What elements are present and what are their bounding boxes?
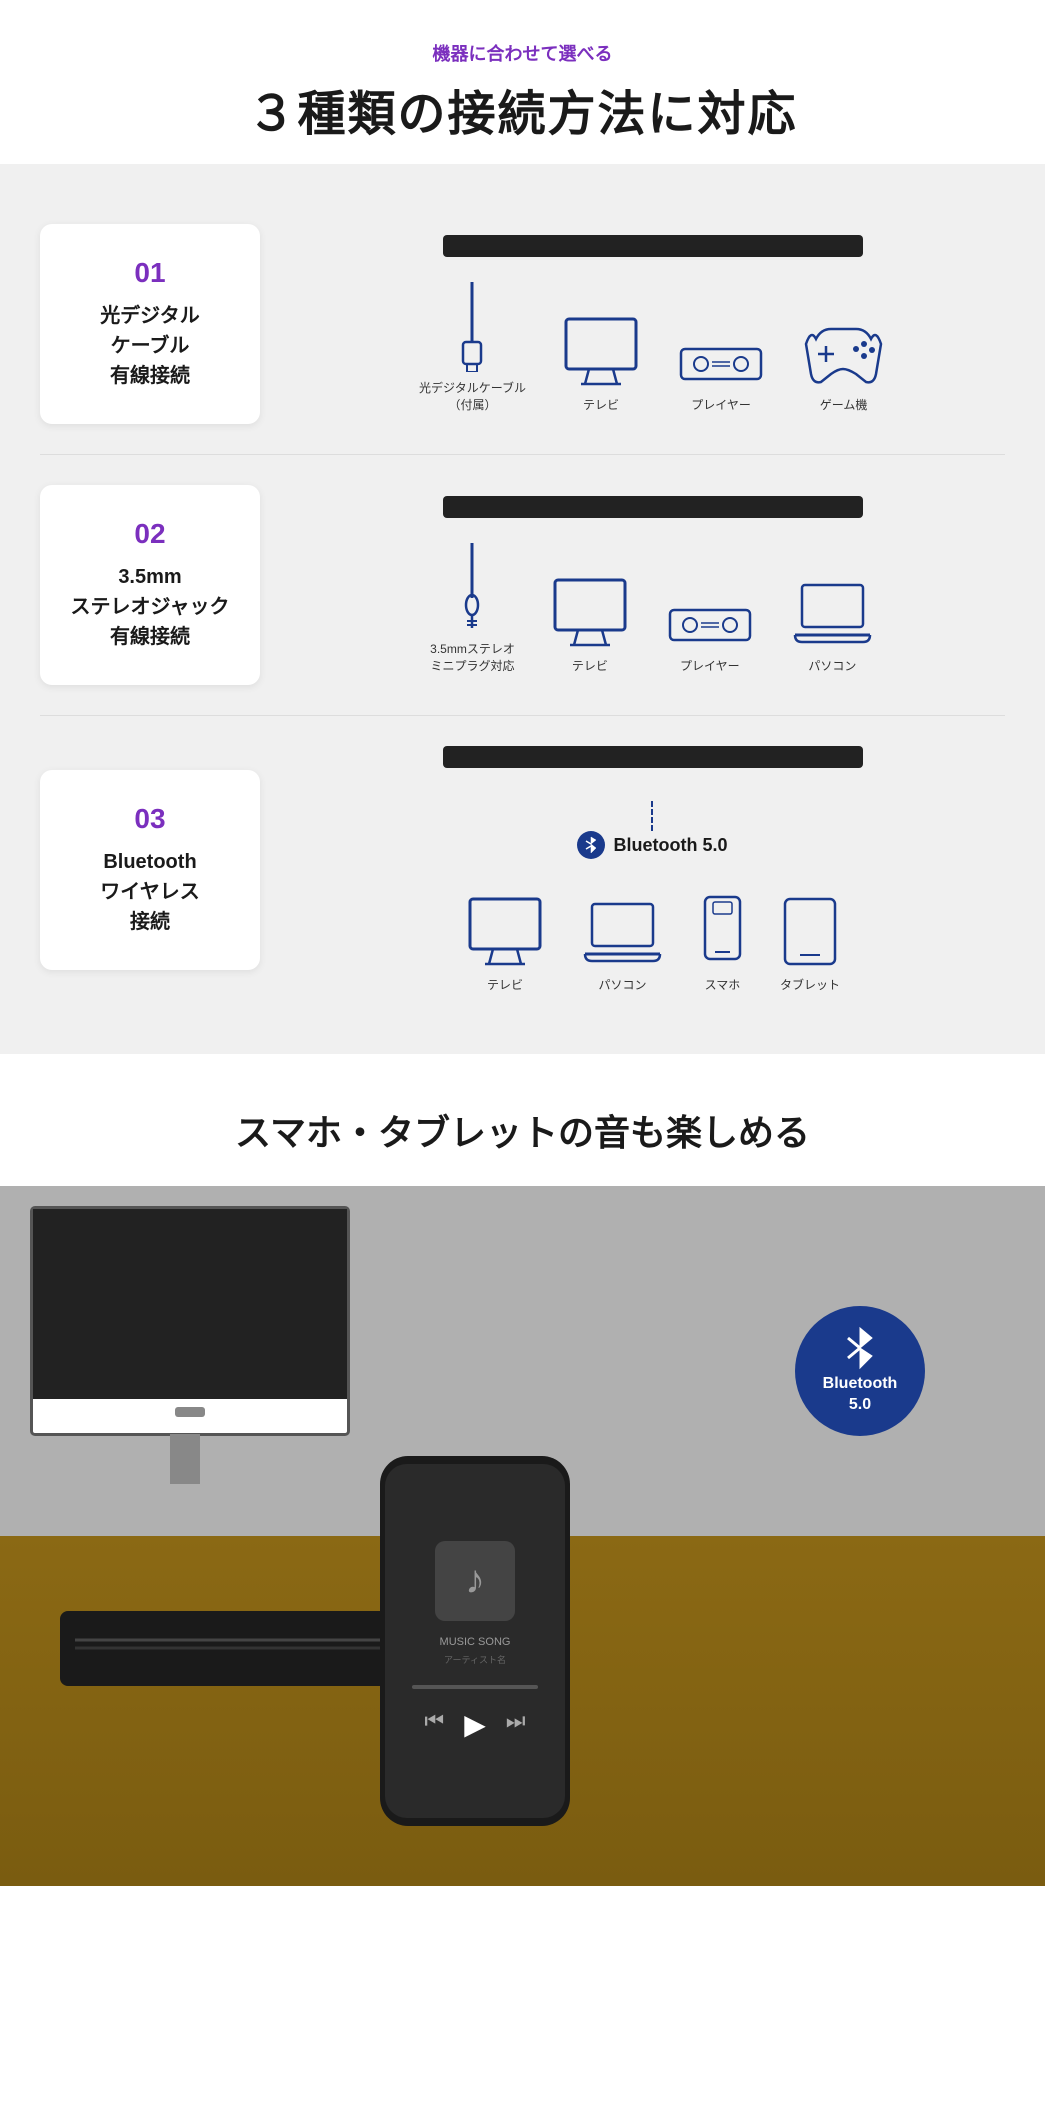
bt-label-container: Bluetooth 5.0 [577, 801, 727, 879]
bluetooth-badge: Bluetooth 5.0 [795, 1306, 925, 1436]
promo-title: スマホ・タブレットの音も楽しめる [40, 1104, 1005, 1156]
card-number-03: 03 [134, 803, 165, 835]
player-svg-01 [676, 334, 766, 389]
phone-screen: ♪ MUSIC SONG アーティスト名 ⏮ ▶ ⏭ [385, 1464, 565, 1818]
laptop-svg-02 [790, 580, 875, 650]
bluetooth-label: Bluetooth 5.0 [577, 831, 727, 859]
label-gamepad: ゲーム機 [820, 397, 868, 414]
label-tablet: タブレット [780, 977, 840, 994]
tv-svg-01 [561, 314, 641, 389]
connection-row-03: 03 Bluetoothワイヤレス接続 Bluetooth 5.0 [40, 716, 1005, 1024]
bt-badge-text: Bluetooth 5.0 [823, 1374, 898, 1416]
photo-section: ♪ MUSIC SONG アーティスト名 ⏮ ▶ ⏭ Bluetoo [0, 1186, 1045, 1886]
card-title-03: Bluetoothワイヤレス接続 [100, 847, 199, 937]
icon-optical-cable: 光デジタルケーブル（付属） [419, 282, 526, 414]
label-optical-cable: 光デジタルケーブル（付属） [419, 380, 526, 414]
bt-label-text: Bluetooth 5.0 [613, 835, 727, 856]
connection-row-01: 01 光デジタルケーブル有線接続 光デジタルケーブル（付属） [40, 194, 1005, 455]
bt-badge-icon [840, 1326, 880, 1370]
icon-laptop-02: パソコン [790, 580, 875, 675]
header-title: ３種類の接続方法に対応 [20, 74, 1025, 144]
icons-row-03: テレビ パソコン [465, 894, 840, 994]
card-02: 02 3.5mmステレオジャック有線接続 [40, 485, 260, 685]
icon-tv-03: テレビ [465, 894, 545, 994]
promo-section: スマホ・タブレットの音も楽しめる [0, 1054, 1045, 1156]
card-title-01: 光デジタルケーブル有線接続 [100, 301, 200, 391]
connection-row-02: 02 3.5mmステレオジャック有線接続 3.5mmステレオミニプラグ対応 [40, 455, 1005, 716]
phone-in-hand: ♪ MUSIC SONG アーティスト名 ⏮ ▶ ⏭ [380, 1456, 580, 1836]
label-player-01: プレイヤー [691, 397, 751, 414]
player-svg-02 [665, 595, 755, 650]
laptop-svg-03 [580, 899, 665, 969]
artist-info: アーティスト名 [444, 1653, 506, 1666]
tv-svg-02 [550, 575, 630, 650]
card-number-02: 02 [134, 518, 165, 550]
song-info: MUSIC SONG [440, 1636, 511, 1648]
music-controls: ⏮ ▶ ⏭ [424, 1708, 525, 1741]
header-section: 機器に合わせて選べる ３種類の接続方法に対応 [0, 0, 1045, 164]
soundbar-01 [443, 235, 863, 257]
icon-tablet: タブレット [780, 894, 840, 994]
label-smartphone: スマホ [705, 977, 741, 994]
icons-row-01: 光デジタルケーブル（付属） テレビ [419, 282, 886, 414]
label-laptop-02: パソコン [808, 658, 856, 675]
icon-laptop-03: パソコン [580, 899, 665, 994]
label-laptop-03: パソコン [598, 977, 646, 994]
label-player-02: プレイヤー [680, 658, 740, 675]
bt-badge-svg [840, 1326, 880, 1370]
diagram-02: 3.5mmステレオミニプラグ対応 テレビ [300, 496, 1005, 675]
card-number-01: 01 [134, 257, 165, 289]
icon-tv-01: テレビ [561, 314, 641, 414]
gamepad-svg [801, 324, 886, 389]
bluetooth-icon [577, 831, 605, 859]
soundbar-03 [443, 746, 863, 768]
phone-body: ♪ MUSIC SONG アーティスト名 ⏮ ▶ ⏭ [380, 1456, 570, 1826]
icon-gamepad: ゲーム機 [801, 324, 886, 414]
music-progress [412, 1685, 538, 1689]
monitor-stand [170, 1434, 200, 1484]
dotted-line [651, 801, 653, 831]
icon-smartphone: スマホ [700, 894, 745, 994]
diagram-03: Bluetooth 5.0 テレビ [300, 746, 1005, 994]
icon-player-02: プレイヤー [665, 595, 755, 675]
diagram-01: 光デジタルケーブル（付属） テレビ [300, 235, 1005, 414]
icons-row-02: 3.5mmステレオミニプラグ対応 テレビ [430, 543, 875, 675]
main-content: 01 光デジタルケーブル有線接続 光デジタルケーブル（付属） [0, 164, 1045, 1054]
icon-tv-02: テレビ [550, 575, 630, 675]
card-01: 01 光デジタルケーブル有線接続 [40, 224, 260, 424]
optical-cable-svg [445, 282, 500, 372]
card-title-02: 3.5mmステレオジャック有線接続 [71, 562, 230, 652]
icon-player-01: プレイヤー [676, 334, 766, 414]
bt-svg [583, 836, 599, 854]
icon-35mm-cable: 3.5mmステレオミニプラグ対応 [430, 543, 515, 675]
card-03: 03 Bluetoothワイヤレス接続 [40, 770, 260, 970]
label-tv-03: テレビ [487, 977, 523, 994]
soundbar-02 [443, 496, 863, 518]
35mm-cable-svg [445, 543, 500, 633]
smartphone-svg [700, 894, 745, 969]
label-tv-01: テレビ [583, 397, 619, 414]
label-35mm-cable: 3.5mmステレオミニプラグ対応 [430, 641, 515, 675]
tablet-svg [780, 894, 840, 969]
label-tv-02: テレビ [572, 658, 608, 675]
bg-monitor [30, 1206, 350, 1436]
header-subtitle: 機器に合わせて選べる [20, 40, 1025, 66]
tv-svg-03 [465, 894, 545, 969]
album-art: ♪ [435, 1541, 515, 1621]
